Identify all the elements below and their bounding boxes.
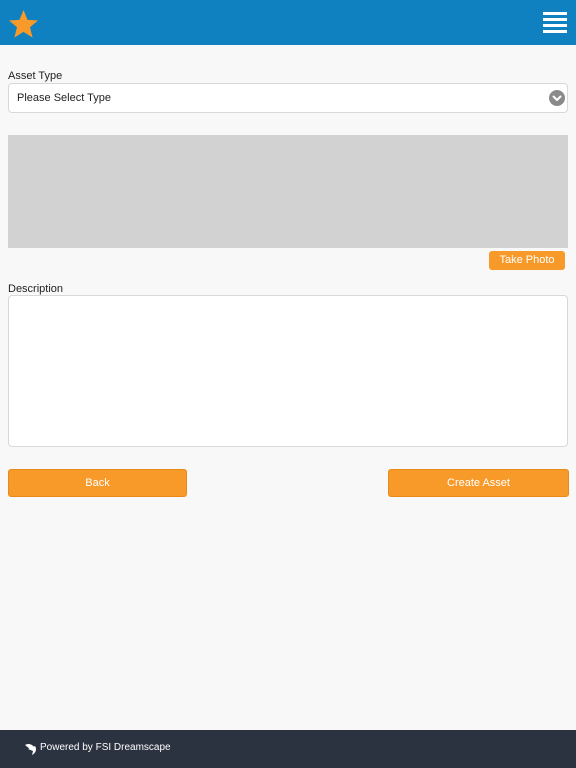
app-root: Asset Type Please Select Type Take Photo… bbox=[0, 0, 576, 768]
app-footer: Powered by FSI Dreamscape bbox=[0, 730, 576, 768]
back-button[interactable]: Back bbox=[8, 469, 187, 497]
description-label: Description bbox=[8, 283, 64, 295]
menu-line bbox=[543, 18, 567, 21]
menu-line bbox=[543, 24, 567, 27]
asset-type-selected-value: Please Select Type bbox=[17, 92, 111, 104]
asset-type-label: Asset Type bbox=[8, 70, 63, 82]
powered-by-text: Powered by FSI Dreamscape bbox=[40, 742, 171, 753]
fsi-dreamscape-logo-icon bbox=[25, 743, 36, 755]
menu-line bbox=[543, 30, 567, 33]
photo-preview bbox=[8, 135, 568, 248]
chevron-down-icon bbox=[549, 90, 565, 106]
hamburger-menu-icon[interactable] bbox=[543, 12, 567, 35]
description-textarea[interactable] bbox=[8, 295, 568, 447]
take-photo-button[interactable]: Take Photo bbox=[489, 251, 565, 270]
menu-line bbox=[543, 12, 567, 15]
asset-type-select[interactable]: Please Select Type bbox=[8, 83, 568, 113]
star-icon[interactable] bbox=[8, 9, 39, 40]
create-asset-button[interactable]: Create Asset bbox=[388, 469, 569, 497]
app-header bbox=[0, 0, 576, 45]
